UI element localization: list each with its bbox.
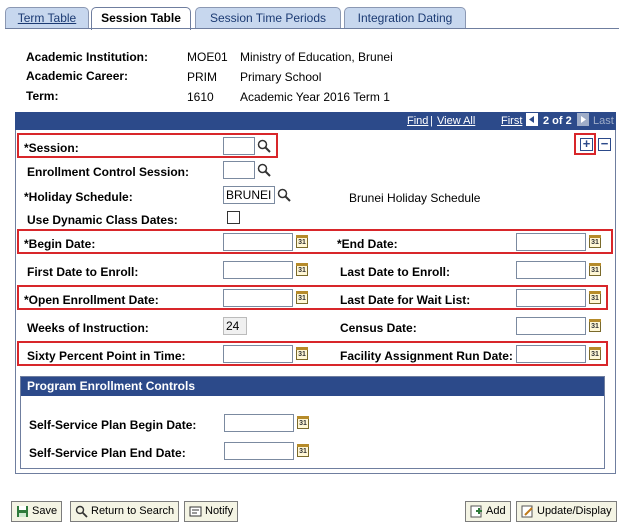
last-enroll-label: Last Date to Enroll: bbox=[340, 265, 451, 279]
tab-session-table[interactable]: Session Table bbox=[91, 7, 191, 30]
calendar-icon[interactable]: 31 bbox=[589, 263, 601, 276]
term-name: Academic Year 2016 Term 1 bbox=[240, 90, 390, 104]
row-position: 2 of 2 bbox=[543, 115, 572, 127]
add-row-highlight bbox=[574, 133, 596, 155]
ss-plan-end-input[interactable] bbox=[224, 442, 294, 460]
enrollment-waitlist-highlight bbox=[17, 285, 608, 310]
delete-row-icon[interactable]: − bbox=[598, 137, 611, 151]
calendar-icon[interactable]: 31 bbox=[297, 444, 309, 457]
add-icon bbox=[470, 505, 482, 518]
first-enroll-label: First Date to Enroll: bbox=[27, 265, 139, 279]
institution-code: MOE01 bbox=[187, 50, 228, 64]
save-icon bbox=[17, 506, 28, 517]
save-button[interactable]: Save bbox=[11, 501, 63, 522]
career-code: PRIM bbox=[187, 70, 217, 84]
tab-label: Integration Dating bbox=[357, 11, 453, 25]
add-button[interactable]: Add bbox=[465, 501, 511, 522]
lookup-icon[interactable] bbox=[277, 188, 291, 202]
weeks-value: 24 bbox=[223, 317, 247, 335]
last-enroll-input[interactable] bbox=[516, 261, 586, 279]
calendar-icon[interactable]: 31 bbox=[296, 263, 308, 276]
holiday-schedule-label: *Holiday Schedule: bbox=[24, 190, 133, 204]
tab-label: Term Table bbox=[17, 11, 77, 25]
return-label: Return to Search bbox=[91, 505, 175, 517]
holiday-schedule-input[interactable]: BRUNEI bbox=[223, 186, 275, 204]
notify-button[interactable]: Notify bbox=[184, 501, 239, 522]
notify-icon bbox=[189, 506, 202, 517]
program-enrollment-title: Program Enrollment Controls bbox=[21, 377, 604, 396]
session-highlight bbox=[17, 133, 278, 158]
term-code: 1610 bbox=[187, 90, 214, 104]
census-date-label: Census Date: bbox=[340, 321, 417, 335]
update-display-button[interactable]: Update/Display bbox=[516, 501, 617, 522]
enrollment-control-input[interactable] bbox=[223, 161, 255, 179]
census-date-input[interactable] bbox=[516, 317, 586, 335]
update-label: Update/Display bbox=[537, 505, 612, 517]
view-all-link[interactable]: View All bbox=[437, 115, 475, 127]
tab-integration-dating[interactable]: Integration Dating bbox=[344, 7, 466, 28]
first-enroll-input[interactable] bbox=[223, 261, 293, 279]
institution-label: Academic Institution: bbox=[26, 50, 149, 64]
career-name: Primary School bbox=[240, 70, 322, 84]
last-link: Last bbox=[593, 115, 614, 127]
weeks-label: Weeks of Instruction: bbox=[27, 321, 149, 335]
career-label: Academic Career: bbox=[26, 69, 129, 83]
nav-separator: | bbox=[430, 115, 433, 127]
next-arrow-icon bbox=[577, 113, 589, 126]
tab-term-table[interactable]: Term Table bbox=[5, 7, 89, 28]
dynamic-dates-checkbox[interactable] bbox=[227, 211, 240, 224]
calendar-icon[interactable]: 31 bbox=[297, 416, 309, 429]
tab-underline bbox=[5, 28, 619, 29]
tab-session-time-periods[interactable]: Session Time Periods bbox=[195, 7, 341, 28]
tab-label: Session Time Periods bbox=[209, 11, 327, 25]
calendar-icon[interactable]: 31 bbox=[589, 319, 601, 332]
dynamic-dates-label: Use Dynamic Class Dates: bbox=[27, 213, 178, 227]
first-link[interactable]: First bbox=[501, 115, 522, 127]
term-label: Term: bbox=[26, 89, 59, 103]
return-to-search-button[interactable]: Return to Search bbox=[70, 501, 180, 522]
save-label: Save bbox=[32, 505, 58, 517]
ss-plan-begin-input[interactable] bbox=[224, 414, 294, 432]
find-link[interactable]: Find bbox=[407, 115, 428, 127]
sixty-facility-highlight bbox=[17, 341, 608, 366]
update-display-icon bbox=[521, 505, 533, 518]
add-label: Add bbox=[486, 505, 506, 517]
notify-label: Notify bbox=[205, 505, 234, 517]
ss-plan-end-label: Self-Service Plan End Date: bbox=[29, 446, 186, 460]
enrollment-control-label: Enrollment Control Session: bbox=[27, 165, 190, 179]
tab-label: Session Table bbox=[101, 11, 181, 25]
begin-end-highlight bbox=[17, 229, 613, 254]
holiday-schedule-desc: Brunei Holiday Schedule bbox=[349, 191, 481, 205]
institution-name: Ministry of Education, Brunei bbox=[240, 50, 393, 64]
search-icon bbox=[75, 505, 88, 518]
ss-plan-begin-label: Self-Service Plan Begin Date: bbox=[29, 418, 197, 432]
lookup-icon[interactable] bbox=[257, 163, 271, 177]
prev-arrow-icon[interactable] bbox=[526, 113, 538, 126]
